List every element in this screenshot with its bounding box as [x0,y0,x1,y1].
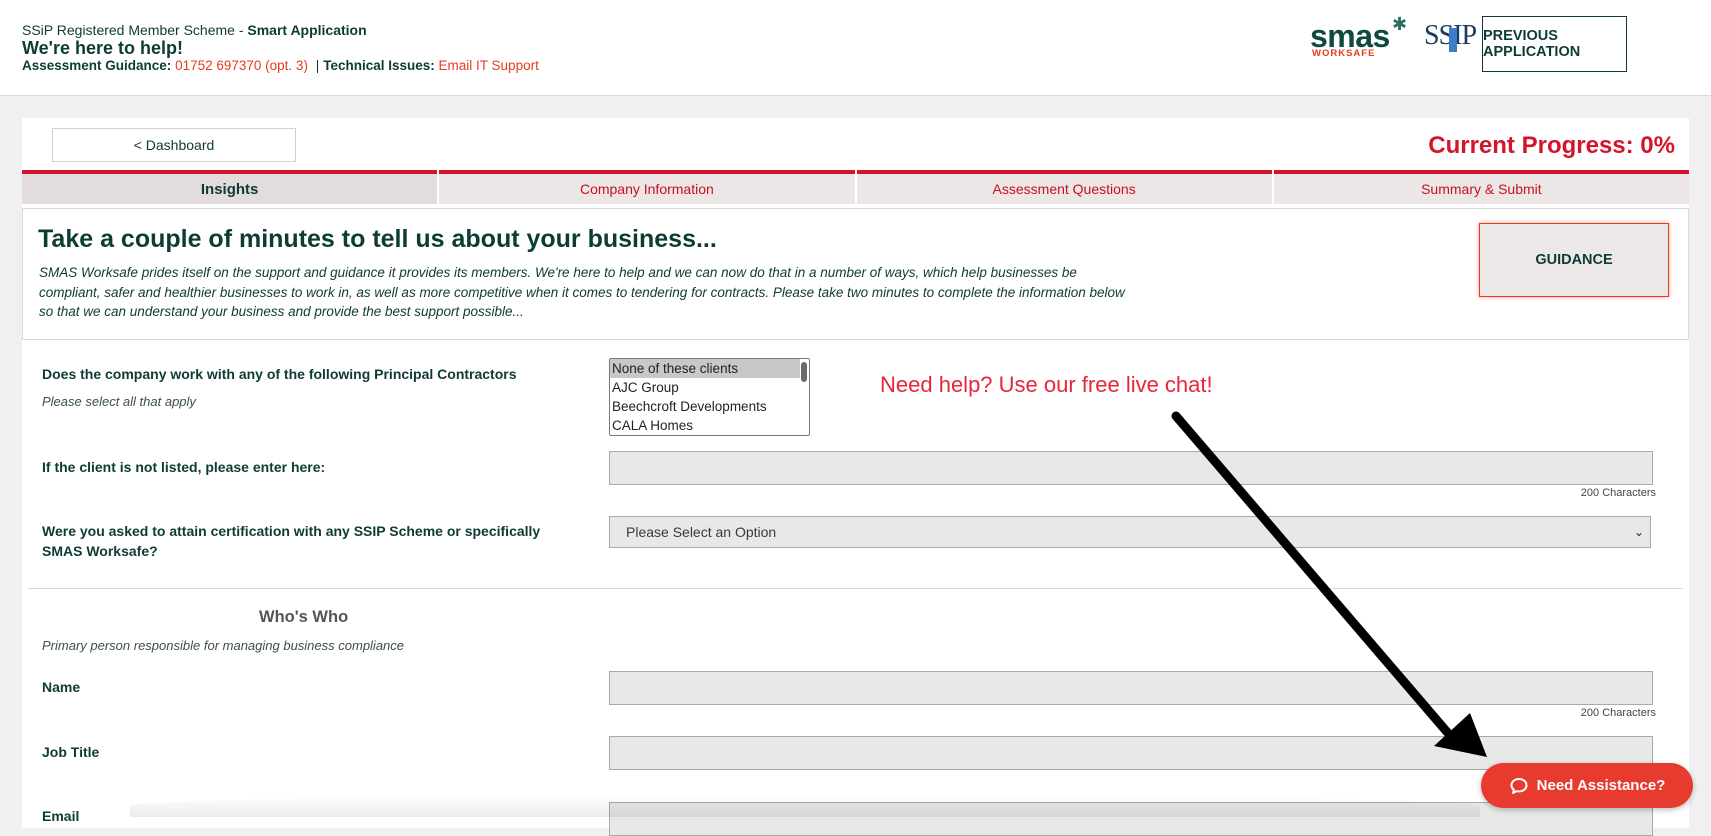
previous-application-button[interactable]: PREVIOUS APPLICATION [1482,16,1627,72]
tab-company-information[interactable]: Company Information [439,170,855,204]
whos-who-heading: Who's Who [259,608,349,626]
name-input[interactable] [609,671,1653,705]
main-panel: < Dashboard Current Progress: 0% Insight… [22,118,1689,836]
bottom-shadow [130,795,1480,817]
name-label: Name [42,679,81,695]
email-label: Email [42,808,80,824]
listbox-scrollbar[interactable] [801,362,807,382]
certification-select[interactable]: Please Select an Option ⌄ [609,516,1651,548]
section-divider [28,588,1683,589]
principal-contractors-listbox[interactable]: None of these clients AJC Group Beechcro… [609,358,810,436]
char-count: 200 Characters [1580,707,1656,719]
top-header: SSiP Registered Member Scheme - Smart Ap… [0,0,1711,96]
whos-who-hint: Primary person responsible for managing … [42,638,405,653]
intro-text: SMAS Worksafe prides itself on the suppo… [39,265,1125,319]
tab-summary-submit[interactable]: Summary & Submit [1273,170,1689,204]
ssip-logo: SSIP [1424,20,1477,56]
principal-contractors-hint: Please select all that apply [42,394,196,409]
section-tabs: Insights Company Information Assessment … [22,170,1689,204]
dashboard-button[interactable]: < Dashboard [52,128,296,162]
asterisk-icon: ✱ [1392,14,1408,34]
assessment-guidance-label: Assessment Guidance: [22,58,172,73]
contact-line: Assessment Guidance: 01752 697370 (opt. … [22,58,539,73]
scheme-line: SSiP Registered Member Scheme - Smart Ap… [22,22,367,38]
guidance-button[interactable]: GUIDANCE [1479,223,1669,297]
listbox-option[interactable]: CALA Homes [610,416,809,435]
scheme-name: Smart Application [247,22,367,38]
need-assistance-button[interactable]: Need Assistance? [1481,763,1693,808]
assessment-phone-link[interactable]: 01752 697370 (opt. 3) [175,58,308,73]
principal-contractors-label: Does the company work with any of the fo… [42,366,517,382]
job-title-label: Job Title [42,744,100,760]
char-count: 200 Characters [1580,487,1656,499]
client-not-listed-label: If the client is not listed, please ente… [42,459,326,475]
tab-insights[interactable]: Insights [22,170,438,204]
live-chat-callout: Need help? Use our free live chat! [880,372,1213,397]
ribbon-icon [1449,28,1457,52]
certification-label: Were you asked to attain certification w… [42,523,541,559]
intro-box: Take a couple of minutes to tell us abou… [22,208,1689,340]
page-title: Take a couple of minutes to tell us abou… [38,225,717,253]
technical-issues-label: Technical Issues: [323,58,435,73]
listbox-option[interactable]: Beechcroft Developments [610,397,809,416]
listbox-option[interactable]: None of these clients [610,359,800,378]
smas-worksafe-logo: smas ✱ WORKSAFE [1308,14,1407,60]
need-assistance-label: Need Assistance? [1536,777,1666,794]
listbox-option[interactable]: AJC Group [610,378,809,397]
smas-logo-sub: WORKSAFE [1312,48,1376,59]
client-not-listed-input[interactable] [609,451,1653,485]
chevron-down-icon: ⌄ [1633,525,1644,539]
chat-bubble-icon [1510,777,1528,794]
email-it-support-link[interactable]: Email IT Support [439,58,539,73]
separator: | [315,58,320,73]
current-progress: Current Progress: 0% [1428,132,1675,159]
help-title: We're here to help! [22,38,183,58]
scheme-prefix: SSiP Registered Member Scheme - [22,22,248,38]
tab-assessment-questions[interactable]: Assessment Questions [856,170,1272,204]
certification-select-value: Please Select an Option [626,524,777,540]
